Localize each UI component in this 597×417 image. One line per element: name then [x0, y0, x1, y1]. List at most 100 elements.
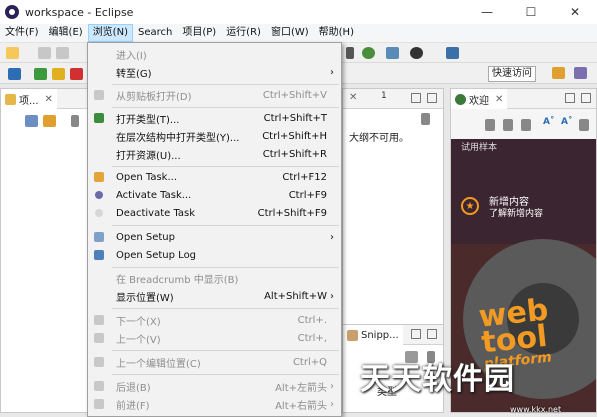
menu-separator: [112, 308, 339, 309]
watermark: 天天软件园: [360, 362, 515, 397]
last-edit-icon: [94, 357, 104, 367]
menu-item-open-task[interactable]: Open Task... Ctrl+F12: [88, 168, 341, 186]
welcome-navbar: A˚ A˚: [451, 109, 596, 139]
submenu-arrow-icon: ›: [330, 290, 334, 302]
view-menu-icon[interactable]: [421, 113, 430, 125]
setup-icon: [94, 232, 104, 242]
collapse-all-icon[interactable]: [25, 115, 38, 127]
minimize-view-icon[interactable]: [411, 329, 421, 339]
perspective-icon[interactable]: [574, 67, 587, 79]
menu-separator: [112, 267, 339, 268]
whats-new-subtitle: 了解新增内容: [489, 209, 544, 219]
snippets-tabbar: Snipp...: [343, 325, 443, 345]
welcome-links-area: 试用样本 ★ 新增内容 了解新增内容: [451, 139, 596, 244]
tab-snippets[interactable]: Snipp...: [343, 325, 403, 345]
menu-separator: [112, 225, 339, 226]
message-icon[interactable]: [446, 47, 459, 59]
menu-separator: [112, 84, 339, 85]
menu-item-back[interactable]: 后退(B) Alt+左箭头 ›: [88, 377, 341, 395]
skip-breakpoints-icon[interactable]: [8, 68, 21, 80]
menu-item-open-from-clipboard[interactable]: 从剪贴板打开(D) Ctrl+Shift+V: [88, 86, 341, 104]
menu-item-activate-task[interactable]: Activate Task... Ctrl+F9: [88, 186, 341, 204]
outline-tabbar: ✕ 1: [343, 89, 443, 109]
open-perspective-icon[interactable]: [552, 67, 565, 79]
link-editor-icon[interactable]: [43, 115, 56, 127]
maximize-view-icon[interactable]: [581, 93, 591, 103]
next-icon: [94, 315, 104, 325]
menu-item-deactivate-task[interactable]: Deactivate Task Ctrl+Shift+F9: [88, 204, 341, 222]
menu-run[interactable]: 运行(R): [221, 24, 266, 42]
window-title: workspace - Eclipse: [25, 5, 134, 19]
menu-separator: [112, 374, 339, 375]
samples-link[interactable]: 试用样本: [461, 143, 497, 154]
welcome-tabbar: 欢迎 ✕: [451, 89, 596, 109]
menu-separator: [112, 166, 339, 167]
folder-icon: [5, 93, 16, 105]
menu-project[interactable]: 项目(P): [177, 24, 221, 42]
star-icon: ★: [461, 197, 479, 215]
dropdown-arrow-icon[interactable]: [346, 47, 354, 59]
menu-item-open-setup-log[interactable]: Open Setup Log: [88, 246, 341, 264]
minimize-view-icon[interactable]: [565, 93, 575, 103]
menu-item-go-to[interactable]: 转至(G) ›: [88, 63, 341, 81]
menu-window[interactable]: 窗口(W): [266, 24, 314, 42]
tab-welcome[interactable]: 欢迎 ✕: [451, 89, 508, 109]
font-larger-icon[interactable]: A˚: [561, 117, 572, 127]
tab-project-explorer[interactable]: 项... ✕: [1, 89, 57, 109]
font-smaller-icon[interactable]: A˚: [543, 117, 554, 127]
restore-icon[interactable]: [579, 119, 589, 131]
quick-access-field[interactable]: 快速访问: [488, 66, 536, 82]
deactivate-task-icon: [95, 209, 103, 217]
home-icon[interactable]: [485, 119, 495, 131]
save-icon[interactable]: [38, 47, 51, 59]
suspend-icon[interactable]: [52, 68, 65, 80]
minimize-view-icon[interactable]: [411, 93, 421, 103]
whats-new-title[interactable]: 新增内容: [489, 197, 529, 208]
menu-bar: 文件(F) 编辑(E) 浏览(N) Search 项目(P) 运行(R) 窗口(…: [0, 24, 597, 42]
submenu-arrow-icon: ›: [330, 66, 334, 78]
menu-item-previous[interactable]: 上一个(V) Ctrl+,: [88, 329, 341, 347]
close-icon[interactable]: ✕: [495, 94, 503, 105]
close-icon[interactable]: ✕: [45, 94, 53, 105]
menu-item-open-setup[interactable]: Open Setup ›: [88, 228, 341, 246]
view-menu-icon[interactable]: [71, 115, 79, 127]
maximize-button[interactable]: ☐: [509, 0, 553, 24]
menu-item-show-in-breadcrumb[interactable]: 在 Breadcrumb 中显示(B): [88, 269, 341, 287]
menu-help[interactable]: 帮助(H): [314, 24, 359, 42]
save-all-icon[interactable]: [56, 47, 69, 59]
navigate-menu: 进入(I) 转至(G) › 从剪贴板打开(D) Ctrl+Shift+V 打开类…: [87, 42, 342, 417]
menu-separator: [112, 350, 339, 351]
menu-item-open-type[interactable]: 打开类型(T)... Ctrl+Shift+T: [88, 109, 341, 127]
submenu-arrow-icon: ›: [330, 380, 334, 392]
close-icon[interactable]: ✕: [349, 92, 357, 103]
back-icon[interactable]: [503, 119, 513, 131]
clipboard-icon: [94, 90, 104, 100]
globe-icon[interactable]: [362, 47, 375, 59]
search-tool-icon[interactable]: [386, 47, 399, 59]
menu-item-forward[interactable]: 前进(F) Alt+右箭头 ›: [88, 395, 341, 413]
maximize-view-icon[interactable]: [427, 329, 437, 339]
window-controls: — ☐ ✕: [465, 0, 597, 24]
terminate-icon[interactable]: [70, 68, 83, 80]
tab-overflow-count[interactable]: 1: [381, 91, 387, 101]
minimize-button[interactable]: —: [465, 0, 509, 24]
menu-item-next[interactable]: 下一个(X) Ctrl+.: [88, 311, 341, 329]
menu-search[interactable]: Search: [133, 24, 177, 42]
forward-icon[interactable]: [521, 119, 531, 131]
menu-file[interactable]: 文件(F): [0, 24, 44, 42]
menu-item-show-in[interactable]: 显示位置(W) Alt+Shift+W ›: [88, 287, 341, 305]
snippet-icon: [347, 329, 358, 341]
menu-item-go-into[interactable]: 进入(I): [88, 45, 341, 63]
resume-icon[interactable]: [34, 68, 47, 80]
maximize-view-icon[interactable]: [427, 93, 437, 103]
menu-item-open-type-in-hierarchy[interactable]: 在层次结构中打开类型(Y)... Ctrl+Shift+H: [88, 127, 341, 145]
menu-item-open-resource[interactable]: 打开资源(U)... Ctrl+Shift+R: [88, 145, 341, 163]
user-icon[interactable]: [410, 47, 423, 59]
new-icon[interactable]: [6, 47, 19, 59]
activate-task-icon: [95, 191, 103, 199]
menu-edit[interactable]: 编辑(E): [44, 24, 88, 42]
menu-item-last-edit-location[interactable]: 上一个编辑位置(C) Ctrl+Q: [88, 353, 341, 371]
tab-label: 项...: [19, 95, 39, 107]
close-button[interactable]: ✕: [553, 0, 597, 24]
menu-navigate[interactable]: 浏览(N): [87, 24, 133, 42]
